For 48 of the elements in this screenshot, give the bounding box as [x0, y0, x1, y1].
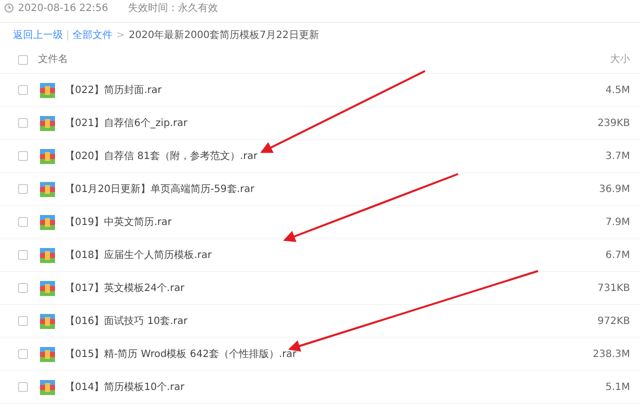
row-checkbox[interactable] [18, 382, 28, 392]
file-name[interactable]: 【017】英文模板24个.rar [65, 280, 184, 296]
file-size: 3.7M [605, 150, 630, 164]
archive-file-icon [40, 182, 55, 196]
file-name[interactable]: 【022】简历封面.rar [65, 82, 162, 98]
file-name[interactable]: 【018】应届生个人简历模板.rar [65, 248, 212, 262]
row-checkbox[interactable] [18, 250, 28, 260]
file-size: 972KB [597, 314, 630, 328]
row-checkbox[interactable] [18, 217, 28, 227]
share-date: 2020-08-16 22:56 [18, 2, 108, 16]
file-name[interactable]: 【016】面试技巧 10套.rar [65, 314, 188, 328]
row-checkbox[interactable] [18, 349, 28, 359]
file-size: 7.9M [605, 216, 630, 230]
expiry-text: 失效时间：永久有效 [128, 2, 218, 16]
breadcrumb-divider: | [66, 28, 70, 42]
file-name[interactable]: 【01月20日更新】单页高端简历-59套.rar [65, 182, 254, 196]
current-folder: 2020年最新2000套简历模板7月22日更新 [128, 28, 319, 42]
file-size: 4.5M [605, 84, 630, 98]
archive-file-icon [40, 248, 55, 262]
row-checkbox[interactable] [18, 151, 28, 161]
file-size: 731KB [597, 282, 630, 296]
archive-file-icon [40, 280, 55, 296]
archive-file-icon [40, 214, 55, 230]
row-checkbox[interactable] [18, 316, 28, 326]
file-name[interactable]: 【014】简历模板10个.rar [65, 380, 184, 394]
row-checkbox[interactable] [18, 184, 28, 194]
archive-file-icon [40, 82, 55, 98]
file-name[interactable]: 【019】中英文简历.rar [65, 214, 172, 230]
archive-file-icon [40, 116, 55, 130]
row-checkbox[interactable] [18, 118, 28, 128]
archive-file-icon [40, 346, 55, 362]
file-size: 36.9M [599, 182, 630, 196]
file-size: 5.1M [605, 380, 630, 394]
column-header[interactable]: 文件名 [38, 52, 68, 67]
clock-icon [4, 3, 14, 13]
archive-file-icon [40, 380, 55, 394]
file-size: 6.7M [605, 248, 630, 262]
archive-file-icon [40, 148, 55, 164]
file-name[interactable]: 【021】自荐信6个_zip.rar [65, 116, 188, 130]
breadcrumb-separator: > [116, 28, 125, 42]
row-checkbox[interactable] [18, 85, 28, 95]
row-checkbox[interactable] [18, 283, 28, 293]
file-size: 239KB [597, 116, 630, 130]
file-name[interactable]: 【020】自荐信 81套（附，参考范文）.rar [65, 148, 258, 164]
archive-file-icon [40, 314, 55, 328]
file-name[interactable]: 【015】精-简历 Wrod模板 642套（个性排版）.rar [65, 346, 296, 362]
select-all-checkbox[interactable] [18, 54, 28, 64]
file-size: 238.3M [592, 348, 630, 362]
